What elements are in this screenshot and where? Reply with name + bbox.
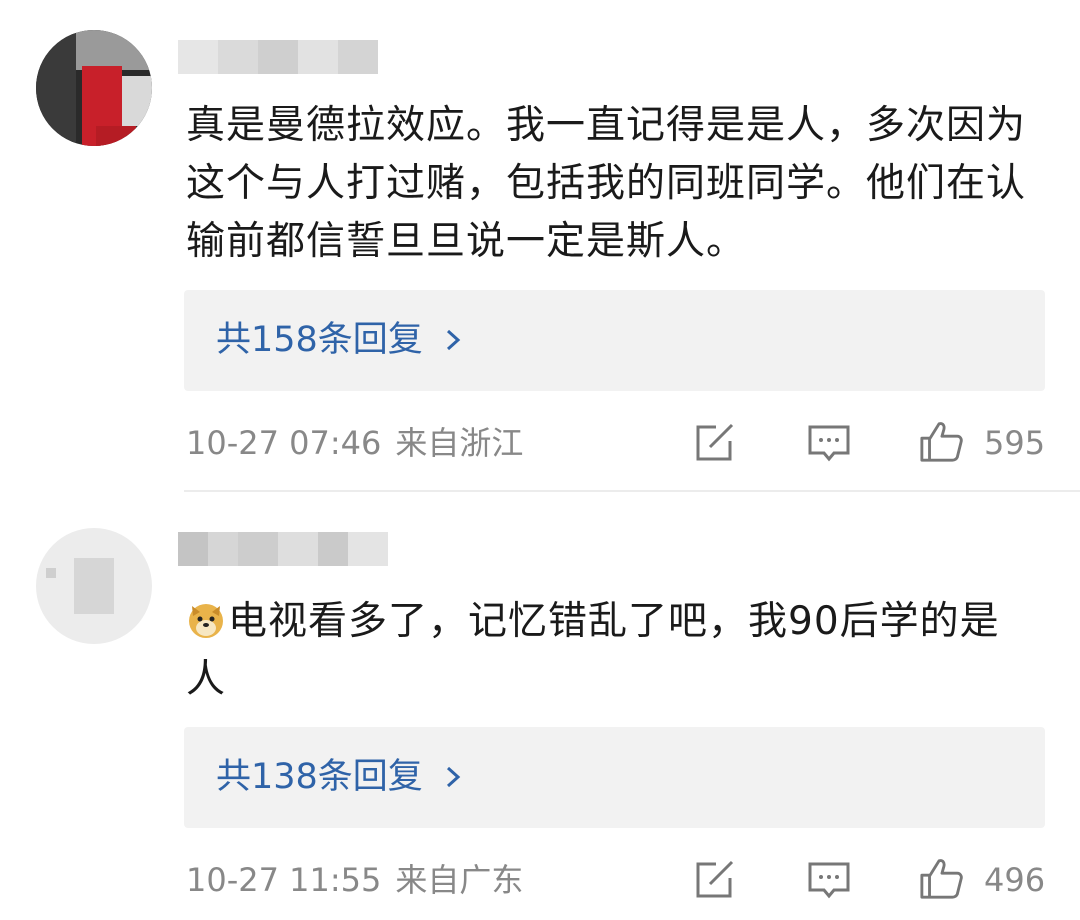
comment-text-content: 电视看多了，记忆错乱了吧，我90后学的是人 [186,599,1000,702]
view-replies-link[interactable]: 共158条回复 [216,317,463,363]
view-replies-link[interactable]: 共138条回复 [216,754,463,800]
timestamp: 10-27 07:46 [186,424,382,462]
comment-text: 电视看多了，记忆错乱了吧，我90后学的是人 [186,593,1006,709]
like-icon[interactable] [918,419,964,463]
location: 来自广东 [395,861,524,899]
comment-icon[interactable] [806,858,852,902]
like-icon[interactable] [918,856,964,900]
avatar[interactable] [36,528,152,644]
repost-icon[interactable] [692,421,738,465]
replies-box: 共158条回复 [184,290,1045,391]
doge-emoji [189,604,223,638]
comment-item: 真是曼德拉效应。我一直记得是是人，多次因为这个与人打过赌，包括我的同班同学。他们… [0,0,1080,490]
repost-icon[interactable] [692,858,738,902]
username-blurred[interactable] [178,40,378,74]
replies-count-label: 共158条回复 [216,320,423,360]
replies-box: 共138条回复 [184,727,1045,828]
like-count: 595 [984,424,1046,462]
chevron-right-icon [446,766,461,788]
like-count: 496 [984,861,1046,899]
username-blurred[interactable] [178,532,388,566]
chevron-right-icon [446,329,461,351]
comment-icon[interactable] [806,421,852,465]
comment-meta: 10-27 11:55 来自广东 [186,858,523,902]
comment-item: 电视看多了，记忆错乱了吧，我90后学的是人 共138条回复 10-27 11:5… [0,492,1080,920]
avatar[interactable] [36,30,152,146]
location: 来自浙江 [395,424,524,462]
timestamp: 10-27 11:55 [186,861,382,899]
comment-meta: 10-27 07:46 来自浙江 [186,421,523,465]
comment-text: 真是曼德拉效应。我一直记得是是人，多次因为这个与人打过赌，包括我的同班同学。他们… [186,103,1027,264]
replies-count-label: 共138条回复 [216,757,423,797]
